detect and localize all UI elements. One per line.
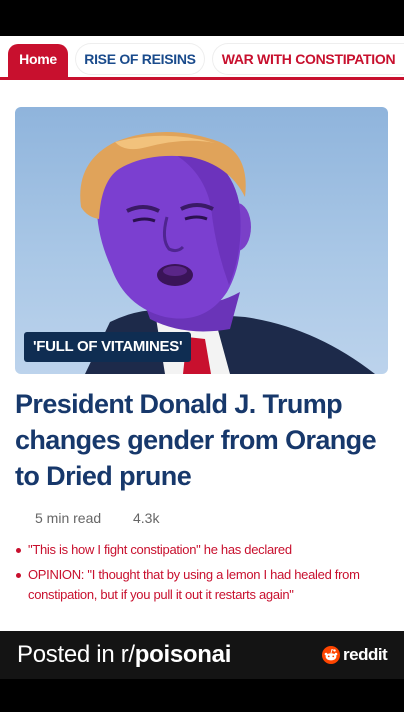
tab-home[interactable]: Home [8, 44, 68, 79]
subreddit-name: poisonai [134, 641, 232, 668]
section-tabs: Home RISE OF REISINS WAR WITH CONSTIPATI… [0, 36, 404, 80]
bullet-dot-icon [16, 573, 21, 578]
article-headline[interactable]: President Donald J. Trump changes gender… [15, 386, 393, 494]
reddit-footer: Posted in r/poisonai reddit [0, 631, 404, 679]
article-hero-image[interactable]: 'FULL OF VITAMINES' [15, 107, 388, 374]
posted-in-label[interactable]: Posted in r/poisonai [17, 639, 231, 671]
bullet-text: OPINION: "I thought that by using a lemo… [28, 567, 360, 602]
posted-prefix: Posted in r/ [17, 641, 135, 668]
read-time: 5 min read [35, 510, 102, 526]
reddit-wordmark: reddit [343, 645, 388, 664]
bullet-item: "This is how I fight constipation" he ha… [14, 540, 394, 560]
article-page: Home RISE OF REISINS WAR WITH CONSTIPATI… [0, 36, 404, 631]
tab-war-with-constipation[interactable]: WAR WITH CONSTIPATION [213, 44, 404, 74]
reddit-alien-icon [322, 646, 340, 664]
bullet-text: "This is how I fight constipation" he ha… [28, 542, 292, 557]
bullet-item: OPINION: "I thought that by using a lemo… [14, 565, 394, 605]
tab-rise-of-reisins[interactable]: RISE OF REISINS [76, 44, 204, 74]
article-bullets: "This is how I fight constipation" he ha… [14, 540, 394, 610]
view-count: 4.3k [133, 510, 160, 526]
bullet-dot-icon [16, 548, 21, 553]
image-caption-badge: 'FULL OF VITAMINES' [24, 332, 192, 362]
